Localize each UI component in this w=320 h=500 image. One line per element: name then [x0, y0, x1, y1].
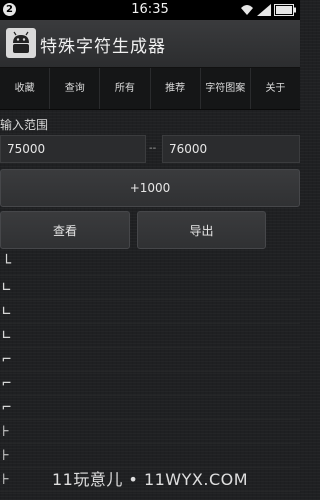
character-glyph: ∟ — [2, 278, 12, 296]
app-title: 特殊字符生成器 — [40, 37, 166, 57]
character-glyph: ⊦ — [2, 446, 10, 464]
list-item[interactable]: ⊦ — [0, 444, 300, 468]
character-glyph: ⊦ — [2, 422, 10, 440]
increment-range-button[interactable]: +1000 — [0, 169, 300, 207]
tab-recommended[interactable]: 推荐 — [151, 68, 201, 109]
tab-query[interactable]: 查询 — [50, 68, 101, 109]
title-bar: 特殊字符生成器 — [0, 20, 300, 68]
range-start-input[interactable] — [0, 135, 146, 163]
character-list: └ ∟ ∟ ∟ ⌐ ⌐ ⌐ ⊦ ⊦ ⊦ — [0, 252, 300, 500]
android-app-icon — [6, 28, 36, 58]
tab-favorites[interactable]: 收藏 — [0, 68, 51, 109]
list-item[interactable]: └ — [0, 252, 300, 276]
tab-about[interactable]: 关于 — [251, 68, 300, 109]
list-item[interactable]: ⌐ — [0, 396, 300, 420]
list-item[interactable]: ⌐ — [0, 372, 300, 396]
tab-char-patterns[interactable]: 字符图案 — [201, 68, 251, 109]
character-glyph: ⌐ — [2, 398, 12, 416]
character-glyph: ⌐ — [2, 350, 12, 368]
list-item[interactable]: ⌐ — [0, 348, 300, 372]
signal-icon — [257, 4, 271, 16]
range-label: 输入范围 — [0, 118, 49, 132]
export-button[interactable]: 导出 — [137, 211, 266, 249]
character-glyph: ∟ — [2, 302, 12, 320]
character-glyph: ∟ — [2, 326, 12, 344]
list-item[interactable]: ∟ — [0, 300, 300, 324]
range-end-input[interactable] — [162, 135, 300, 163]
wifi-icon — [241, 5, 253, 15]
character-glyph: └ — [2, 254, 12, 272]
list-item[interactable]: ⊦ — [0, 420, 300, 444]
list-item[interactable]: ∟ — [0, 276, 300, 300]
battery-icon — [274, 4, 296, 16]
clock: 16:35 — [131, 2, 169, 17]
view-button[interactable]: 查看 — [0, 211, 130, 249]
tab-all[interactable]: 所有 — [100, 68, 151, 109]
range-separator: -- — [149, 143, 157, 154]
tab-bar: 收藏 查询 所有 推荐 字符图案 关于 — [0, 68, 300, 110]
character-glyph: ⌐ — [2, 374, 12, 392]
status-bar: 2 16:35 — [0, 0, 300, 20]
watermark-text: 11玩意儿 • 11WYX.COM — [51, 470, 249, 489]
list-item[interactable]: ∟ — [0, 324, 300, 348]
